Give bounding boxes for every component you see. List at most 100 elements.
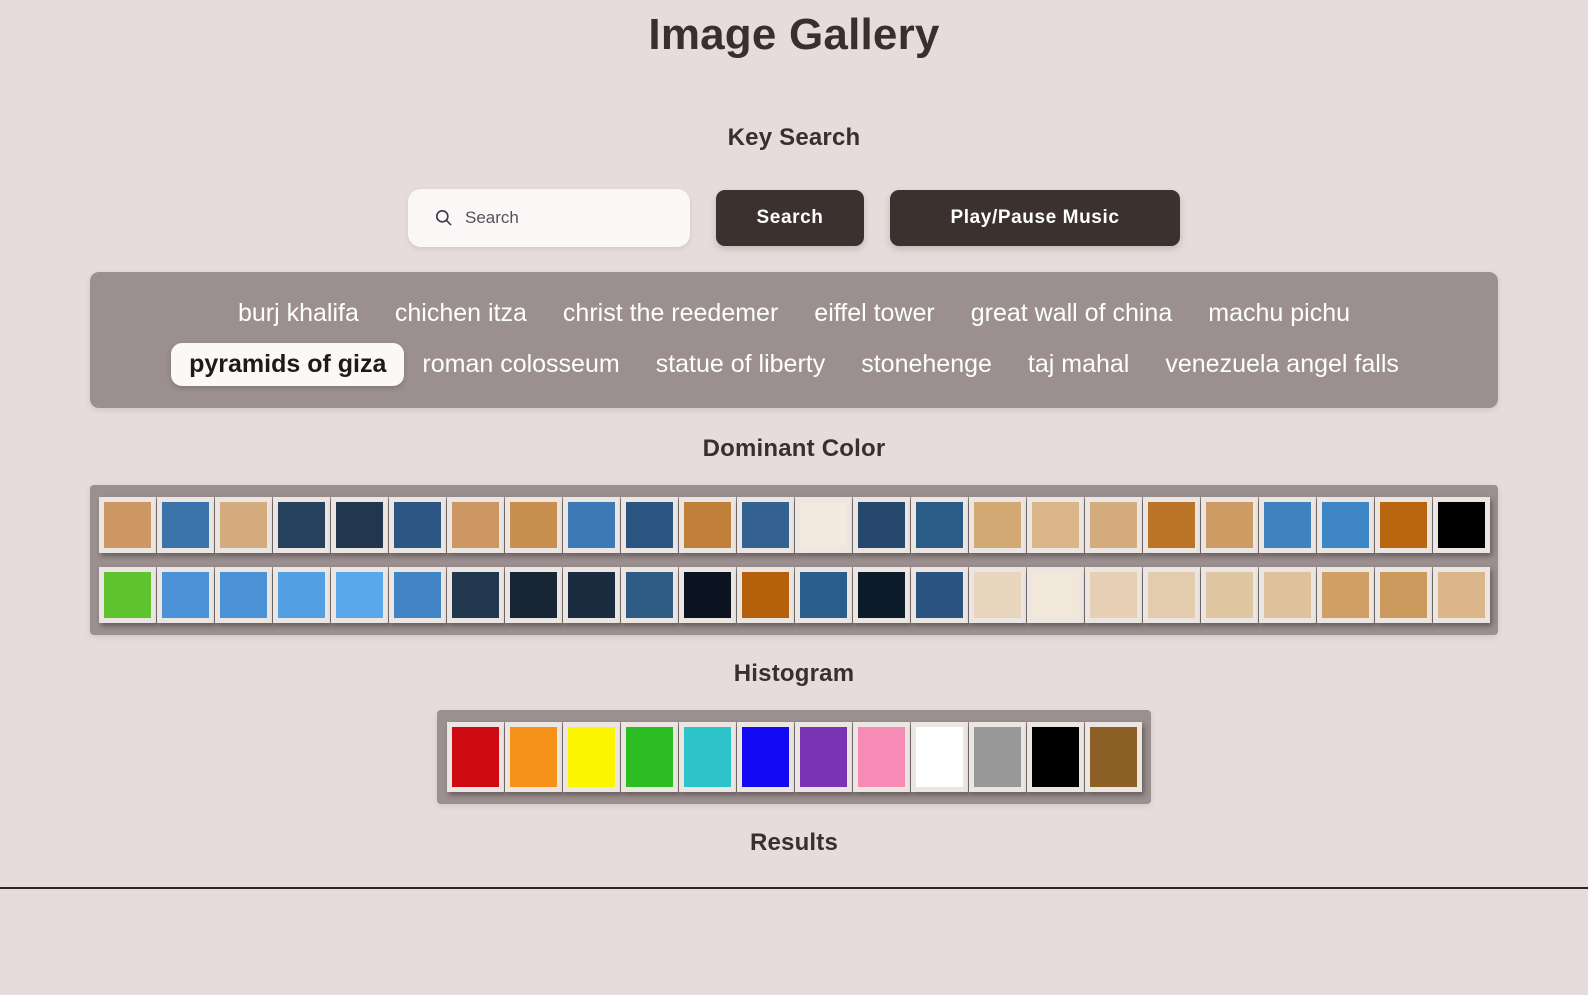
dominant-color-swatch[interactable] bbox=[737, 497, 794, 553]
histogram-swatch[interactable] bbox=[1027, 722, 1084, 792]
dominant-color-swatch[interactable] bbox=[853, 497, 910, 553]
histogram-swatch[interactable] bbox=[621, 722, 678, 792]
dominant-color-swatch[interactable] bbox=[1317, 567, 1374, 623]
dominant-color-swatch[interactable] bbox=[1201, 567, 1258, 623]
swatch-color bbox=[1032, 727, 1079, 787]
swatch-color bbox=[1264, 572, 1311, 618]
dominant-color-swatch[interactable] bbox=[389, 497, 446, 553]
search-input[interactable] bbox=[465, 208, 665, 228]
swatch-color bbox=[1090, 502, 1137, 548]
swatch-color bbox=[336, 572, 383, 618]
dominant-color-swatch[interactable] bbox=[157, 497, 214, 553]
swatch-color bbox=[278, 502, 325, 548]
swatch-color bbox=[1206, 502, 1253, 548]
histogram-panel bbox=[437, 710, 1151, 804]
swatch-color bbox=[626, 727, 673, 787]
dominant-color-swatch[interactable] bbox=[215, 567, 272, 623]
dominant-color-swatch[interactable] bbox=[1201, 497, 1258, 553]
histogram-swatch[interactable] bbox=[447, 722, 504, 792]
histogram-swatch[interactable] bbox=[969, 722, 1026, 792]
histogram-swatch[interactable] bbox=[911, 722, 968, 792]
histogram-heading: Histogram bbox=[0, 660, 1588, 688]
dominant-color-swatch[interactable] bbox=[1317, 497, 1374, 553]
keyword-tag[interactable]: roman colosseum bbox=[404, 343, 637, 386]
keyword-tag[interactable]: christ the reedemer bbox=[545, 292, 796, 335]
dominant-color-swatch[interactable] bbox=[331, 497, 388, 553]
dominant-color-swatch[interactable] bbox=[795, 567, 852, 623]
dominant-color-swatch[interactable] bbox=[447, 497, 504, 553]
keyword-tag[interactable]: venezuela angel falls bbox=[1147, 343, 1417, 386]
results-heading: Results bbox=[0, 829, 1588, 857]
dominant-color-swatch[interactable] bbox=[853, 567, 910, 623]
keyword-tag[interactable]: burj khalifa bbox=[220, 292, 377, 335]
search-icon bbox=[434, 208, 453, 227]
dominant-color-swatch[interactable] bbox=[563, 567, 620, 623]
dominant-color-swatch[interactable] bbox=[679, 497, 736, 553]
dominant-color-swatch[interactable] bbox=[621, 567, 678, 623]
search-button[interactable]: Search bbox=[716, 190, 864, 246]
dominant-color-swatch[interactable] bbox=[1027, 497, 1084, 553]
swatch-color bbox=[626, 572, 673, 618]
keyword-tag[interactable]: stonehenge bbox=[843, 343, 1010, 386]
dominant-color-swatch[interactable] bbox=[273, 497, 330, 553]
histogram-row bbox=[447, 722, 1141, 792]
dominant-color-swatch[interactable] bbox=[273, 567, 330, 623]
swatch-color bbox=[1032, 572, 1079, 618]
histogram-swatch[interactable] bbox=[679, 722, 736, 792]
keyword-tag[interactable]: statue of liberty bbox=[638, 343, 844, 386]
dominant-color-swatch[interactable] bbox=[1143, 497, 1200, 553]
swatch-color bbox=[916, 502, 963, 548]
dominant-color-swatch[interactable] bbox=[1375, 497, 1432, 553]
swatch-color bbox=[742, 502, 789, 548]
histogram-swatch[interactable] bbox=[853, 722, 910, 792]
histogram-swatch[interactable] bbox=[1085, 722, 1142, 792]
dominant-color-swatch[interactable] bbox=[215, 497, 272, 553]
dominant-color-swatch[interactable] bbox=[157, 567, 214, 623]
search-input-wrap[interactable] bbox=[408, 189, 690, 247]
dominant-color-swatch[interactable] bbox=[911, 567, 968, 623]
dominant-color-swatch[interactable] bbox=[389, 567, 446, 623]
dominant-color-swatch[interactable] bbox=[1143, 567, 1200, 623]
dominant-color-swatch[interactable] bbox=[795, 497, 852, 553]
dominant-color-swatch[interactable] bbox=[1027, 567, 1084, 623]
dominant-color-swatch[interactable] bbox=[99, 497, 156, 553]
keyword-tag[interactable]: eiffel tower bbox=[796, 292, 952, 335]
dominant-color-swatch[interactable] bbox=[447, 567, 504, 623]
swatch-color bbox=[916, 572, 963, 618]
histogram-swatch[interactable] bbox=[563, 722, 620, 792]
swatch-color bbox=[1322, 572, 1369, 618]
dominant-color-swatch[interactable] bbox=[969, 567, 1026, 623]
dominant-color-swatch[interactable] bbox=[1433, 567, 1490, 623]
dominant-color-swatch[interactable] bbox=[1259, 497, 1316, 553]
dominant-color-swatch[interactable] bbox=[1433, 497, 1490, 553]
keyword-tag[interactable]: machu pichu bbox=[1190, 292, 1368, 335]
dominant-color-swatch[interactable] bbox=[505, 497, 562, 553]
histogram-swatch[interactable] bbox=[795, 722, 852, 792]
swatch-color bbox=[800, 727, 847, 787]
dominant-color-swatch[interactable] bbox=[563, 497, 620, 553]
dominant-color-swatch[interactable] bbox=[331, 567, 388, 623]
swatch-color bbox=[626, 502, 673, 548]
dominant-color-swatch[interactable] bbox=[1085, 497, 1142, 553]
swatch-color bbox=[394, 572, 441, 618]
dominant-color-swatch[interactable] bbox=[737, 567, 794, 623]
dominant-color-swatch[interactable] bbox=[1085, 567, 1142, 623]
keyword-tag[interactable]: great wall of china bbox=[953, 292, 1191, 335]
histogram-swatch[interactable] bbox=[737, 722, 794, 792]
keyword-tag-selected[interactable]: pyramids of giza bbox=[171, 343, 404, 386]
key-search-heading: Key Search bbox=[0, 124, 1588, 152]
dominant-color-swatch[interactable] bbox=[99, 567, 156, 623]
dominant-color-swatch[interactable] bbox=[1259, 567, 1316, 623]
keyword-tag[interactable]: taj mahal bbox=[1010, 343, 1147, 386]
swatch-color bbox=[220, 572, 267, 618]
dominant-color-swatch[interactable] bbox=[505, 567, 562, 623]
histogram-swatch[interactable] bbox=[505, 722, 562, 792]
dominant-color-swatch[interactable] bbox=[969, 497, 1026, 553]
keyword-tag[interactable]: chichen itza bbox=[377, 292, 545, 335]
swatch-color bbox=[1032, 502, 1079, 548]
dominant-color-swatch[interactable] bbox=[1375, 567, 1432, 623]
play-pause-music-button[interactable]: Play/Pause Music bbox=[890, 190, 1180, 246]
dominant-color-swatch[interactable] bbox=[679, 567, 736, 623]
dominant-color-swatch[interactable] bbox=[911, 497, 968, 553]
dominant-color-swatch[interactable] bbox=[621, 497, 678, 553]
